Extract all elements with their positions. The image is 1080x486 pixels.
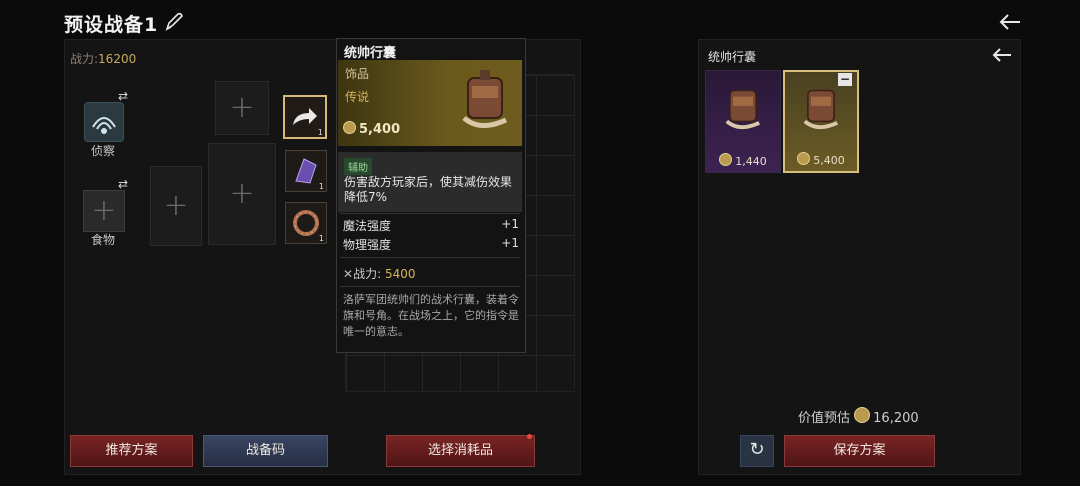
scout-label: 侦察: [91, 144, 116, 158]
divider: [340, 213, 520, 214]
swap-icon[interactable]: ⇄: [114, 90, 132, 108]
tooltip-rarity: 传说: [345, 90, 370, 104]
back-arrow-icon[interactable]: [990, 44, 1014, 66]
tooltip-title: 统帅行囊: [344, 46, 397, 61]
consumable-slot-2[interactable]: 1: [285, 202, 327, 244]
coin-icon: [854, 407, 871, 423]
scout-skill-icon[interactable]: [84, 102, 124, 142]
consumable-slot-1[interactable]: 1: [285, 150, 327, 192]
assist-tag: 辅助: [344, 158, 372, 175]
pencil-icon[interactable]: [163, 11, 185, 33]
page-title: 预设战备1: [64, 14, 159, 36]
notification-dot: [527, 434, 532, 439]
backpack-icon: [462, 70, 508, 128]
tooltip-power: ✕战力: 5400: [343, 267, 416, 281]
power-label: 战力:16200: [70, 52, 137, 66]
tooltip-category: 饰品: [345, 67, 370, 81]
armor-slot[interactable]: +: [208, 143, 276, 245]
item-card[interactable]: 1,440: [705, 70, 781, 173]
card-price: 1,440: [706, 153, 780, 168]
stat-row: 物理强度 +1: [343, 236, 519, 252]
crossed-swords-icon: ✕: [343, 267, 354, 281]
plus-icon: +: [229, 176, 255, 211]
refresh-icon[interactable]: ↻: [740, 435, 774, 467]
recommend-button[interactable]: 推荐方案: [70, 435, 193, 467]
divider: [340, 257, 520, 258]
divider: [340, 286, 520, 287]
tooltip-price: 5,400: [343, 121, 400, 137]
coin-icon: [343, 121, 356, 134]
food-label: 食物: [91, 233, 116, 247]
plus-icon: +: [229, 90, 255, 125]
plus-icon: +: [163, 188, 189, 223]
coin-icon: [797, 152, 811, 165]
value-estimate: 价值预估 16,200: [798, 407, 919, 426]
weapon-slot[interactable]: +: [150, 166, 202, 246]
save-plan-button[interactable]: 保存方案: [784, 435, 935, 467]
select-consumables-button[interactable]: 选择消耗品: [386, 435, 535, 467]
card-price: 5,400: [785, 152, 857, 167]
coin-icon: [719, 153, 733, 166]
tooltip-flavor: 洛萨军团统帅们的战术行囊，装着令旗和号角。在战场之上，它的指令是唯一的意志。: [343, 293, 519, 338]
stat-row: 魔法强度 +1: [343, 217, 519, 233]
food-slot[interactable]: +: [83, 190, 125, 232]
helmet-slot[interactable]: +: [215, 81, 269, 135]
backpack-icon: [725, 89, 761, 130]
minus-icon[interactable]: −: [838, 73, 852, 86]
panel-title: 统帅行囊: [708, 50, 757, 64]
plus-icon: +: [91, 193, 117, 228]
swap-icon[interactable]: ⇄: [114, 178, 132, 196]
backpack-icon: [803, 89, 839, 130]
loadout-code-button[interactable]: 战备码: [203, 435, 328, 467]
accessory-slot-selected[interactable]: 1: [283, 95, 327, 139]
tooltip-effect: 伤害敌方玩家后，使其减伤效果降低7%: [344, 175, 513, 204]
back-arrow-icon[interactable]: [996, 8, 1024, 36]
